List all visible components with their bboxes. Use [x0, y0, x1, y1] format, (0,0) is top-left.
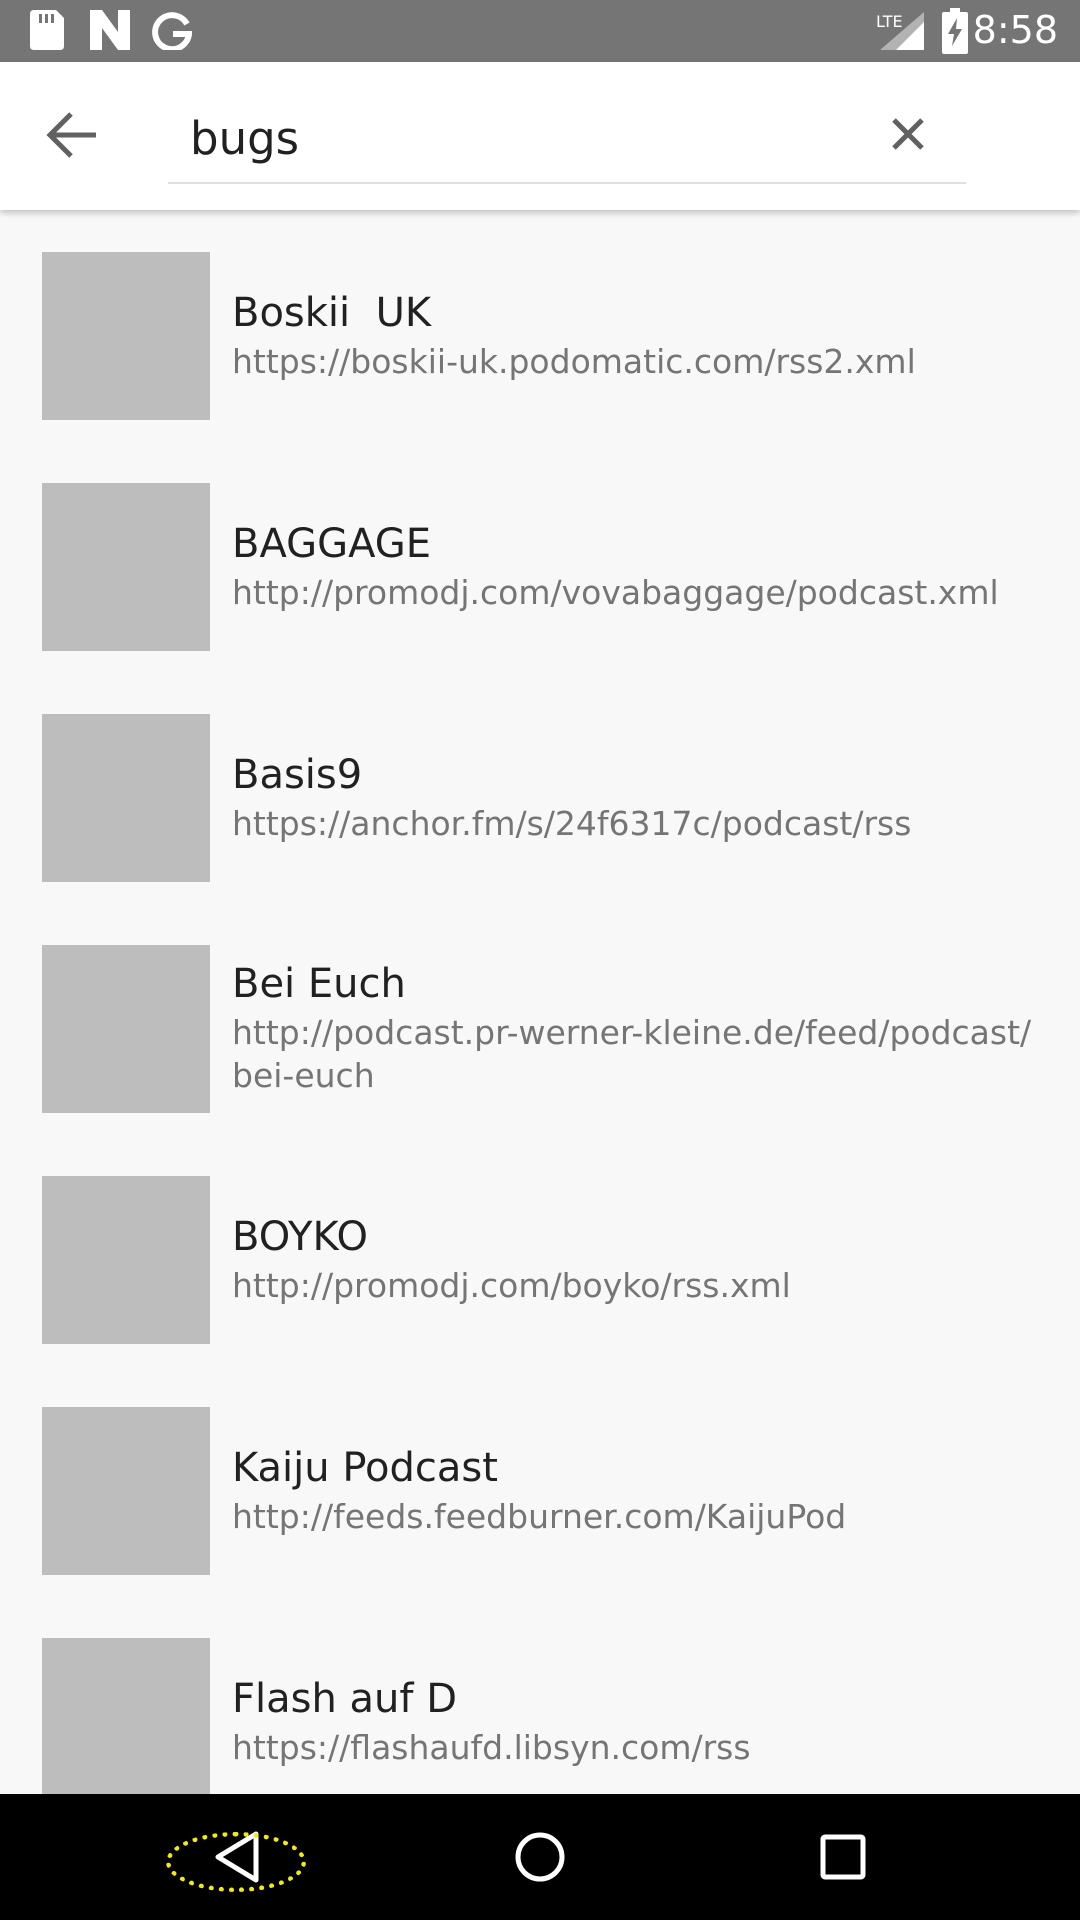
nav-home-icon [515, 1832, 565, 1882]
podcast-title: Boskii UK [232, 290, 432, 336]
list-item[interactable]: Kaiju Podcast http://feeds.feedburner.co… [0, 1365, 1080, 1596]
podcast-url: http://promodj.com/vovabaggage/podcast.x… [232, 573, 999, 612]
podcast-title: Flash auf D [232, 1676, 457, 1722]
tap-highlight-ring [166, 1832, 306, 1892]
battery-charging-icon [942, 8, 968, 54]
podcast-url: http://podcast.pr-werner-kleine.de/feed/… [232, 1013, 1032, 1095]
list-item[interactable]: Bei Euch http://podcast.pr-werner-kleine… [0, 903, 1080, 1134]
list-item[interactable]: Flash auf D https://flashaufd.libsyn.com… [0, 1596, 1080, 1794]
search-results-list: Boskii UK https://boskii-uk.podomatic.co… [0, 210, 1080, 1794]
podcast-thumbnail [42, 1407, 210, 1575]
podcast-url: https://flashaufd.libsyn.com/rss [232, 1728, 751, 1767]
podcast-thumbnail [42, 252, 210, 420]
podcast-url: http://promodj.com/boyko/rss.xml [232, 1266, 791, 1305]
list-item[interactable]: Boskii UK https://boskii-uk.podomatic.co… [0, 210, 1080, 441]
clear-search-button[interactable] [880, 106, 948, 162]
podcast-thumbnail [42, 1176, 210, 1344]
podcast-title: BAGGAGE [232, 521, 432, 567]
podcast-thumbnail [42, 1638, 210, 1794]
nav-recents-icon [820, 1834, 866, 1880]
search-toolbar [0, 62, 1080, 210]
google-icon [152, 12, 192, 50]
status-bar: LTE 8:58 [0, 0, 1080, 62]
podcast-title: Kaiju Podcast [232, 1445, 498, 1491]
nav-recents-button[interactable] [793, 1814, 893, 1900]
search-input[interactable] [190, 108, 870, 168]
podcast-url: https://boskii-uk.podomatic.com/rss2.xml [232, 342, 916, 381]
list-item[interactable]: BAGGAGE http://promodj.com/vovabaggage/p… [0, 441, 1080, 672]
podcast-title: Bei Euch [232, 961, 406, 1007]
search-field [168, 102, 966, 184]
podcast-thumbnail [42, 945, 210, 1113]
podcast-url: https://anchor.fm/s/24f6317c/podcast/rss [232, 804, 912, 843]
signal-icon [880, 12, 924, 50]
back-button[interactable] [44, 108, 102, 162]
podcast-title: BOYKO [232, 1214, 368, 1260]
list-item[interactable]: BOYKO http://promodj.com/boyko/rss.xml [0, 1134, 1080, 1365]
navigation-bar [0, 1794, 1080, 1920]
nav-home-button[interactable] [490, 1814, 590, 1900]
arrow-back-icon [46, 112, 96, 158]
sd-card-icon [30, 10, 64, 50]
status-time: 8:58 [972, 8, 1058, 52]
podcast-thumbnail [42, 483, 210, 651]
podcast-url: http://feeds.feedburner.com/KaijuPod [232, 1497, 847, 1536]
list-item[interactable]: Basis9 https://anchor.fm/s/24f6317c/podc… [0, 672, 1080, 903]
n-notification-icon [90, 10, 130, 50]
podcast-thumbnail [42, 714, 210, 882]
podcast-title: Basis9 [232, 752, 363, 798]
close-icon [892, 118, 924, 150]
